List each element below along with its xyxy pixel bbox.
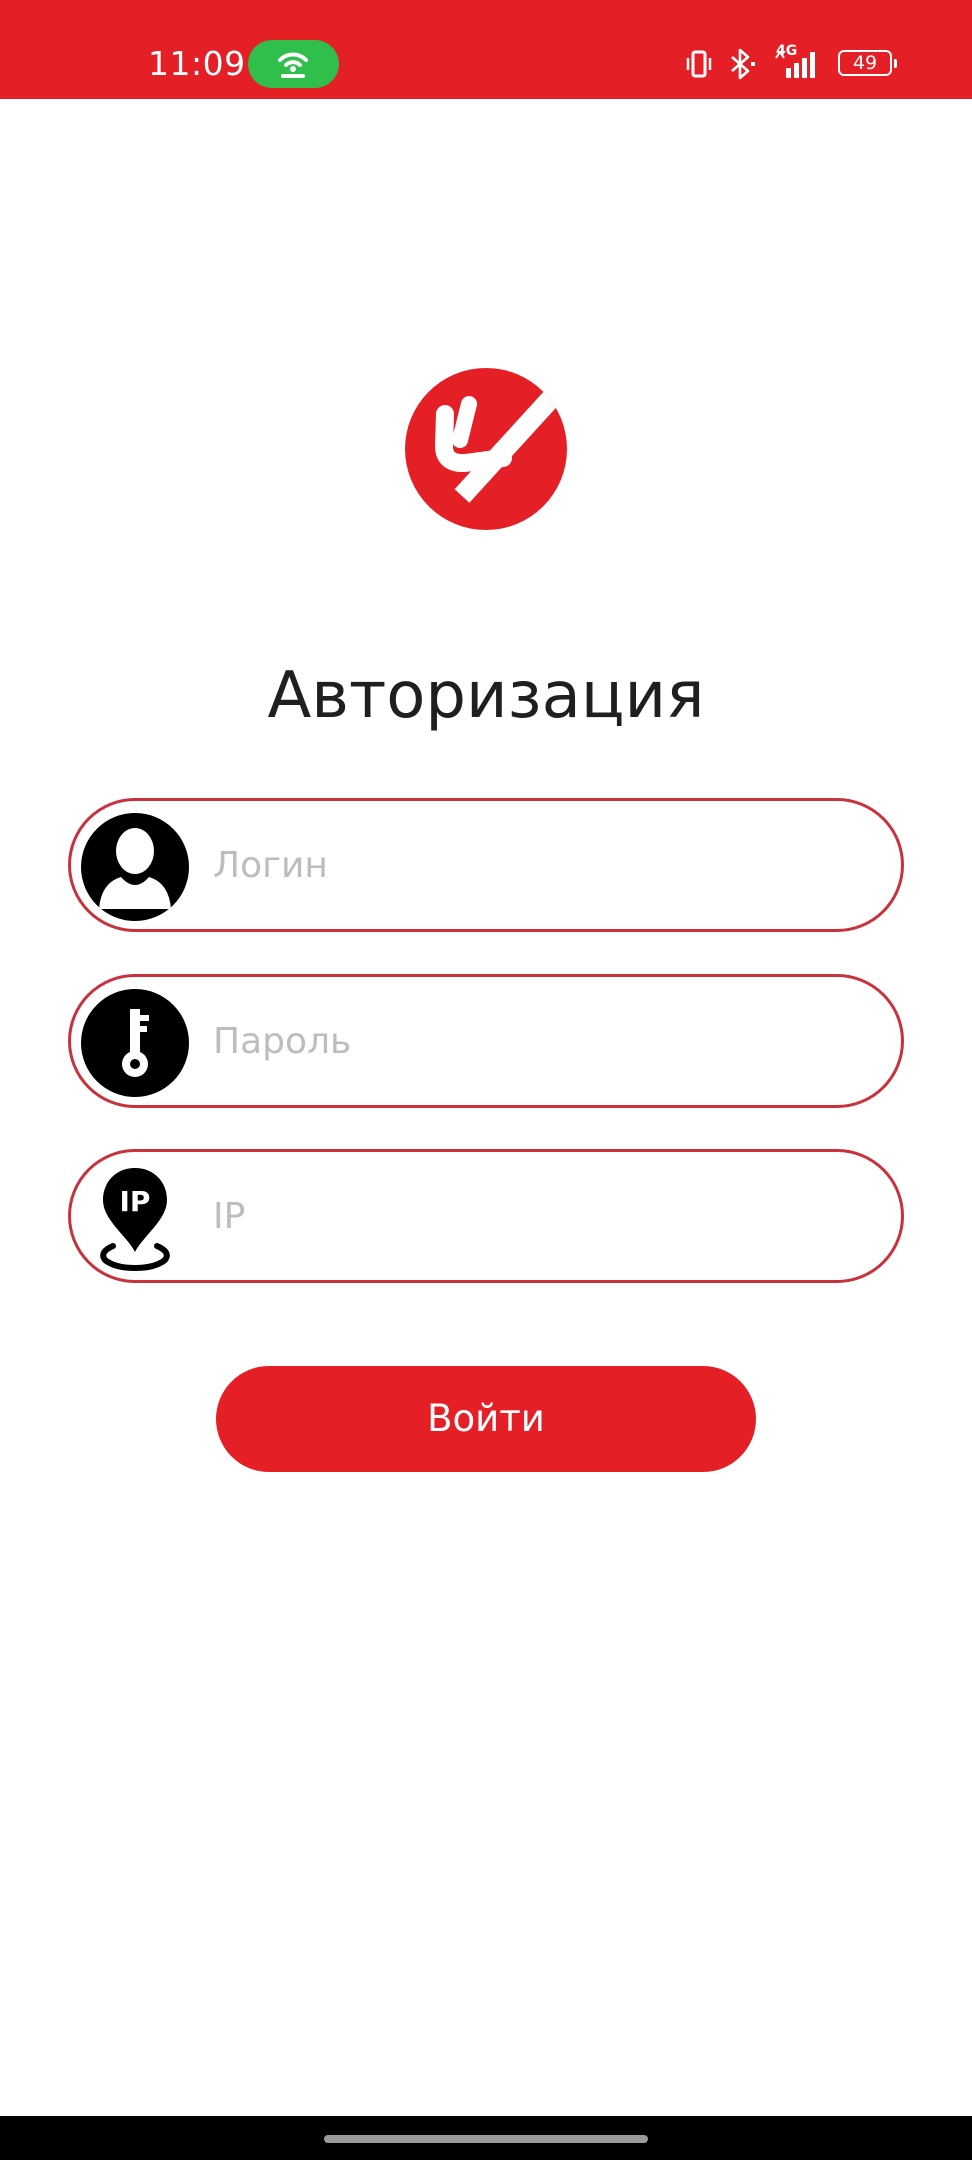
bluetooth-icon <box>731 48 755 80</box>
ip-field[interactable]: IP <box>68 1149 904 1283</box>
login-input[interactable] <box>213 801 873 929</box>
login-field[interactable] <box>68 798 904 932</box>
status-time: 11:09 <box>148 44 246 83</box>
page-title: Авторизация <box>267 659 705 733</box>
hotspot-icon <box>278 52 308 78</box>
vibrate-icon <box>686 50 712 78</box>
user-icon <box>81 813 189 921</box>
home-indicator[interactable] <box>324 2135 648 2143</box>
battery-level: 49 <box>852 52 878 74</box>
ip-location-icon: IP <box>100 1168 170 1272</box>
brand-logo <box>405 368 567 530</box>
status-bar: 11:09 4G 49 <box>0 0 972 99</box>
signal-icon <box>775 50 815 78</box>
ip-icon-text: IP <box>120 1185 151 1218</box>
battery-icon: 49 <box>838 50 897 76</box>
password-field[interactable] <box>68 974 904 1108</box>
ip-input[interactable] <box>213 1152 873 1280</box>
login-button[interactable]: Войти <box>216 1366 756 1472</box>
key-icon <box>81 989 189 1097</box>
hotspot-indicator[interactable] <box>248 40 339 88</box>
password-input[interactable] <box>213 977 873 1105</box>
navigation-bar <box>0 2116 972 2160</box>
